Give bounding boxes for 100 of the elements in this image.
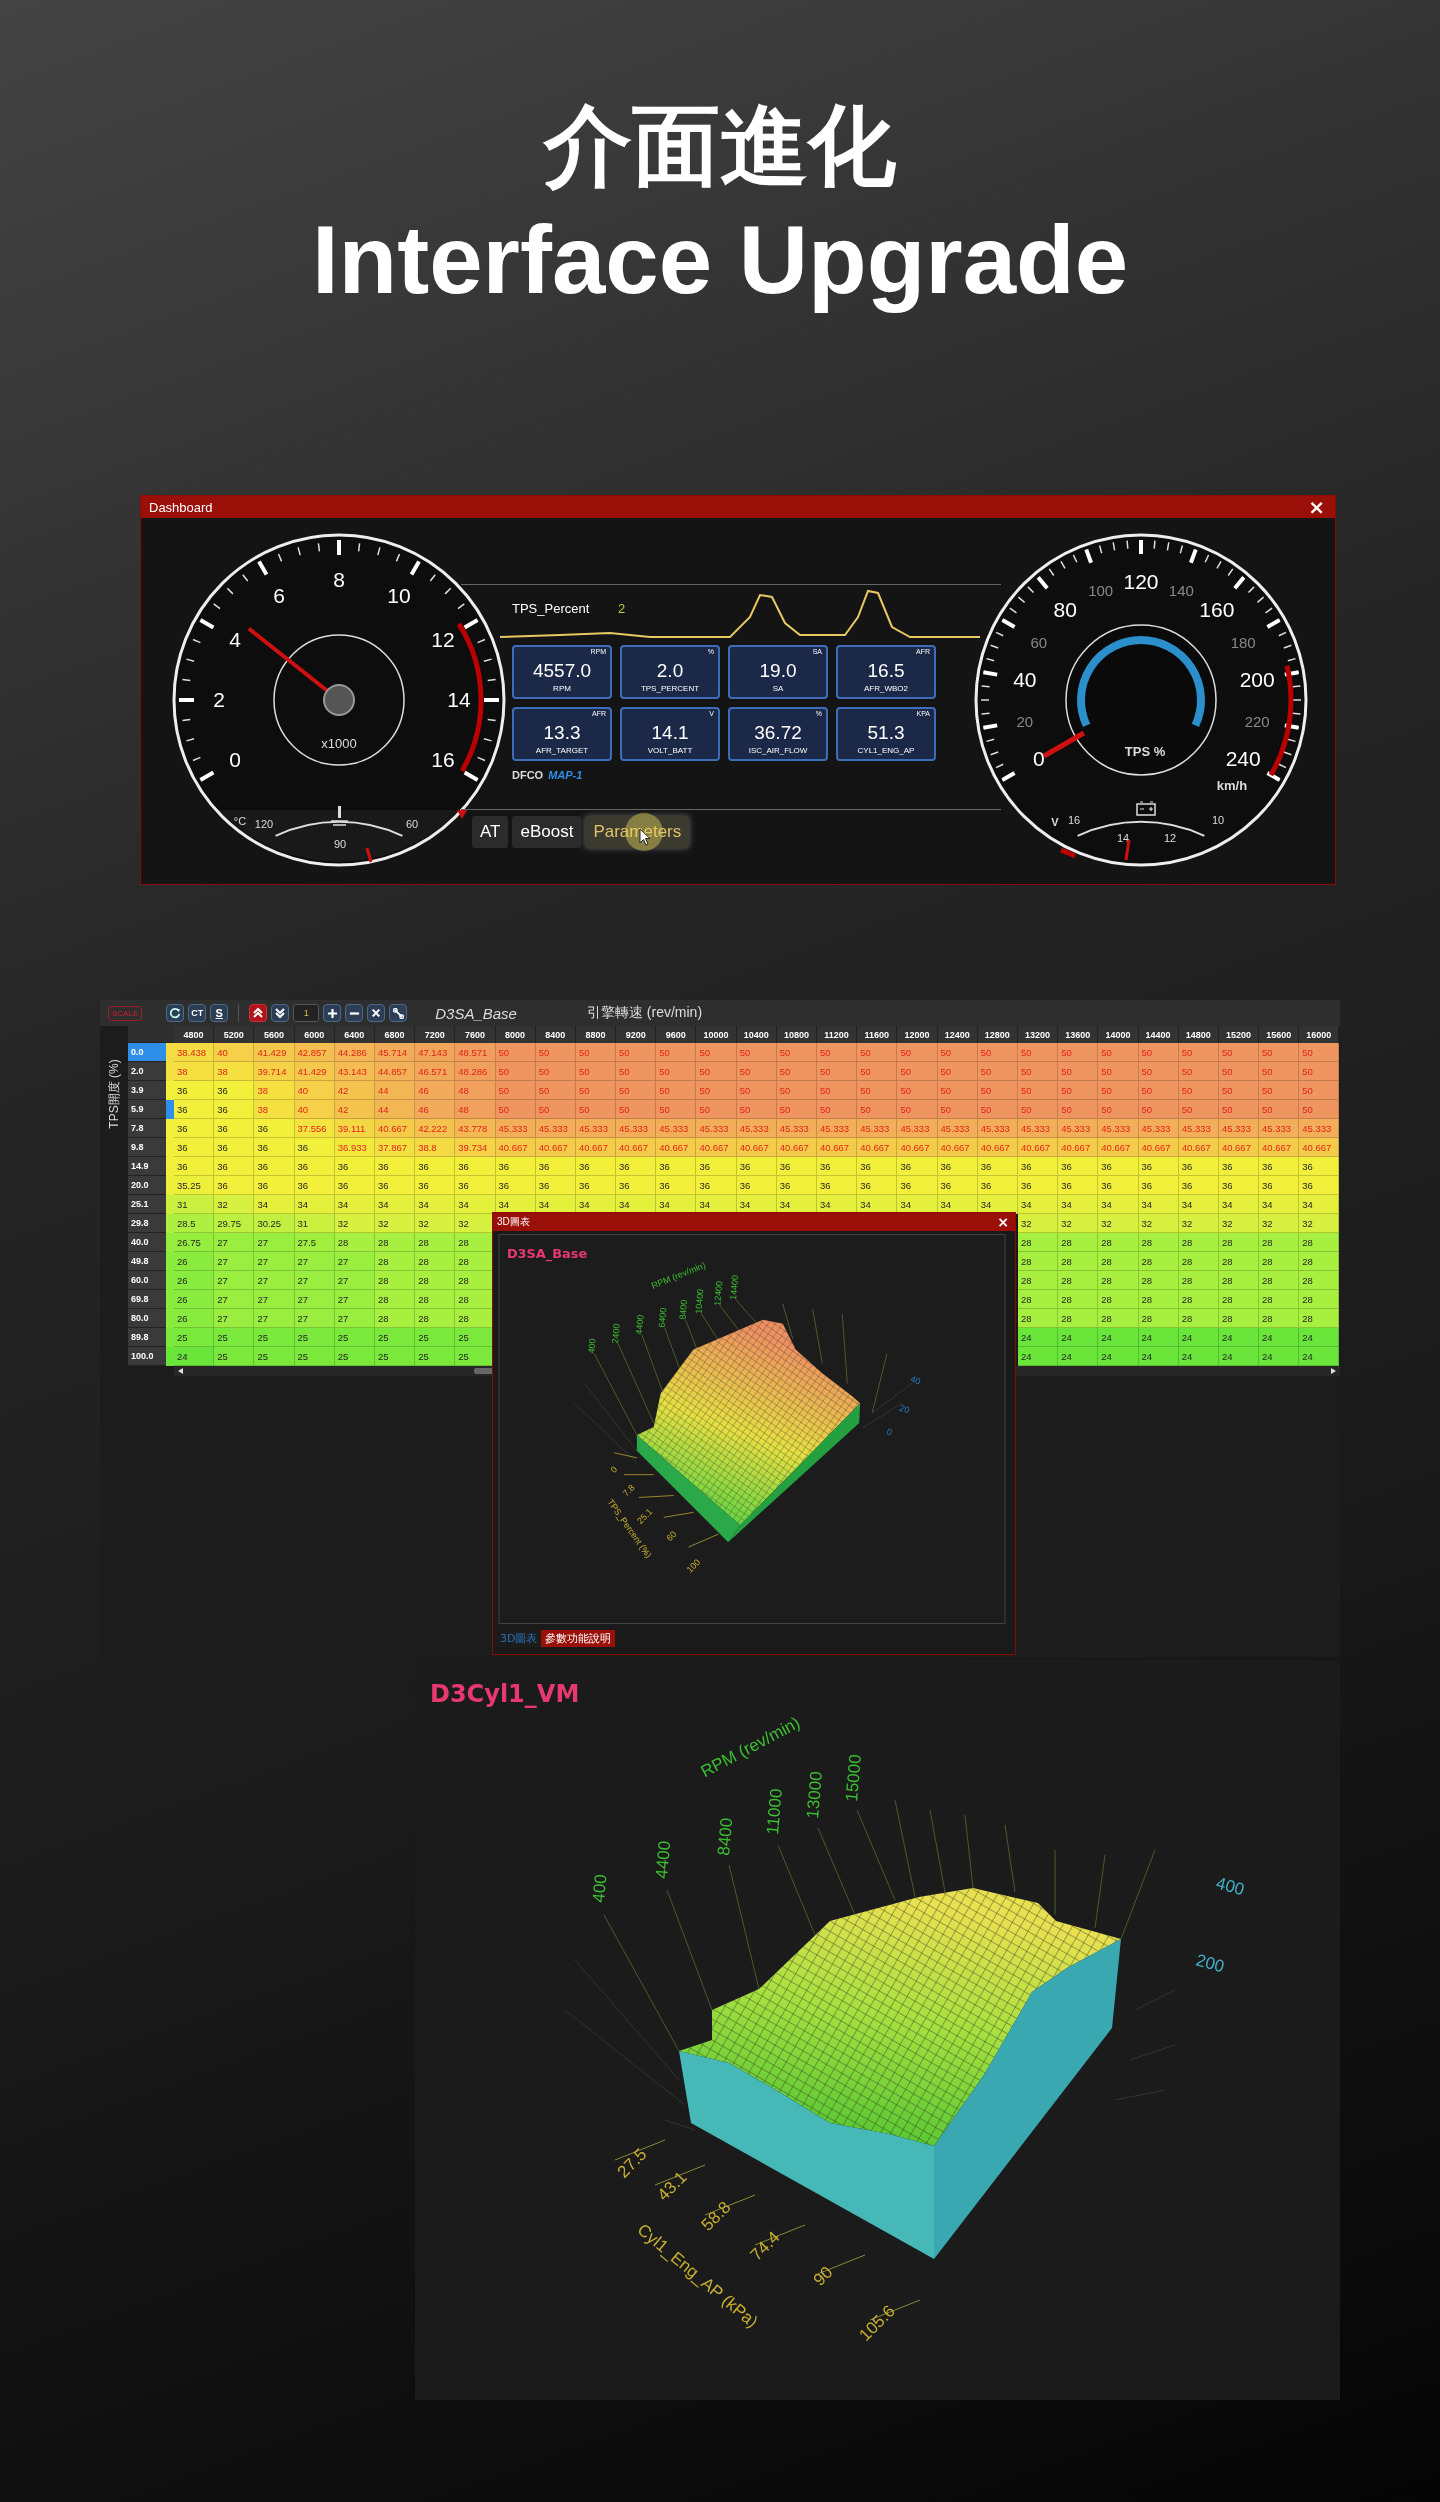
tab[interactable]: AT [472,816,509,848]
gauge-number: 120 [1123,570,1159,593]
table-cell: 36 [897,1176,938,1195]
step-field[interactable]: 1 [293,1004,320,1022]
table-cell: 45.333 [937,1119,978,1138]
tab[interactable]: 參數功能說明 [541,1630,616,1647]
table-cell: 50 [696,1100,737,1119]
table-cell: 50 [1299,1100,1340,1119]
multiply-icon[interactable] [367,1004,386,1022]
row-header[interactable]: 25.1 [128,1195,166,1214]
table-cell: 36 [1178,1176,1219,1195]
table-cell: 38 [254,1081,295,1100]
row-header[interactable]: 7.8 [128,1119,166,1138]
table-cell: 40 [294,1081,335,1100]
table-cell: 50 [1259,1043,1300,1062]
table-cell: 50 [656,1062,697,1081]
table-cell: 40.667 [616,1138,657,1157]
row-header[interactable]: 89.8 [128,1328,166,1347]
row-header[interactable]: 100.0 [128,1347,166,1366]
table-cell: 36 [696,1157,737,1176]
chevrons-up-icon[interactable] [249,1004,268,1022]
row-header[interactable]: 60.0 [128,1271,166,1290]
table-cell: 50 [897,1062,938,1081]
table-cell: 50 [1259,1081,1300,1100]
table-cell: 28 [1259,1309,1300,1328]
table-cell: 39.714 [254,1062,295,1081]
table-cell: 45.333 [977,1119,1018,1138]
table-cell: 50 [1178,1081,1219,1100]
table-cell: 50 [977,1043,1018,1062]
table-cell: 40.667 [1259,1138,1300,1157]
table-cell: 36 [374,1176,416,1195]
row-header[interactable]: 20.0 [128,1176,166,1195]
gauge-number: 200 [1239,667,1275,691]
table-cell: 36 [535,1157,576,1176]
table-cell: 36 [294,1176,335,1195]
row-header[interactable]: 9.8 [128,1138,166,1157]
table-cell: 50 [736,1062,777,1081]
table-cell: 27 [334,1290,375,1309]
column-header: 12800 [977,1026,1018,1043]
table-cell: 28 [1178,1290,1219,1309]
table-cell: 24 [1098,1347,1139,1366]
table-cell: 34 [897,1195,938,1214]
needle [1042,730,1086,759]
chevrons-down-icon[interactable] [271,1004,290,1022]
refresh-icon[interactable] [166,1004,185,1022]
table-cell: 28 [1017,1290,1059,1309]
scroll-left-icon[interactable] [178,1368,183,1374]
close-button[interactable]: × [1306,497,1327,517]
table-cell: 28 [1098,1271,1139,1290]
axis-tick-label: 2400 [610,1323,622,1344]
table-cell: 50 [857,1100,898,1119]
readout-label: SA [772,684,784,693]
tab[interactable]: Parameters [585,816,690,848]
s-button[interactable]: S [210,1004,229,1022]
plus-icon[interactable] [323,1004,342,1022]
table-cell: 44.286 [334,1043,375,1062]
table-cell: 24 [1178,1328,1219,1347]
table-cell: 28 [415,1309,456,1328]
table-cell: 30.25 [254,1214,295,1233]
headline: 介面進化 [544,93,896,199]
gauge-number: 90 [333,838,347,850]
table-cell: 36 [334,1176,375,1195]
row-header[interactable]: 69.8 [128,1290,166,1309]
table-cell: 27 [294,1271,335,1290]
table-cell: 40.667 [1138,1138,1179,1157]
table-cell: 35.25 [174,1176,215,1195]
table-cell: 50 [937,1062,978,1081]
table-cell: 34 [696,1195,737,1214]
minus-icon[interactable] [345,1004,364,1022]
row-header[interactable]: 80.0 [128,1309,166,1328]
table-cell: 27 [334,1309,375,1328]
row-header[interactable]: 14.9 [128,1157,166,1176]
axis-tick-label: 4400 [652,1840,675,1880]
table-cell: 50 [696,1081,737,1100]
table-cell: 24 [1299,1328,1340,1347]
row-header[interactable]: 29.8 [128,1214,166,1233]
table-cell: 50 [495,1043,536,1062]
table-cell: 50 [656,1043,697,1062]
table-cell: 28 [1218,1233,1260,1252]
table-cell: 50 [897,1043,938,1062]
row-header[interactable]: 49.8 [128,1252,166,1271]
ct-button[interactable]: CT [188,1004,207,1022]
table-cell: 36 [214,1176,255,1195]
table-cell: 50 [696,1043,737,1062]
close-button[interactable]: × [995,1215,1011,1229]
row-header[interactable]: 3.9 [128,1081,166,1100]
row-header[interactable]: 2.0 [128,1062,166,1081]
tab[interactable]: eBoost [512,816,582,848]
table-cell: 50 [1299,1081,1340,1100]
row-header[interactable]: 40.0 [128,1233,166,1252]
row-header[interactable]: 5.9 [128,1100,166,1119]
wrench-icon[interactable] [389,1004,408,1022]
scroll-right-icon[interactable] [1331,1368,1336,1374]
table-cell: 28 [1138,1233,1179,1252]
table-cell: 36 [937,1176,978,1195]
table-cell: 45.333 [897,1119,938,1138]
table-cell: 34 [1259,1195,1300,1214]
table-cell: 50 [575,1043,617,1062]
gauge-number: 100 [1088,582,1114,600]
gauge-number: 16 [1067,814,1081,826]
